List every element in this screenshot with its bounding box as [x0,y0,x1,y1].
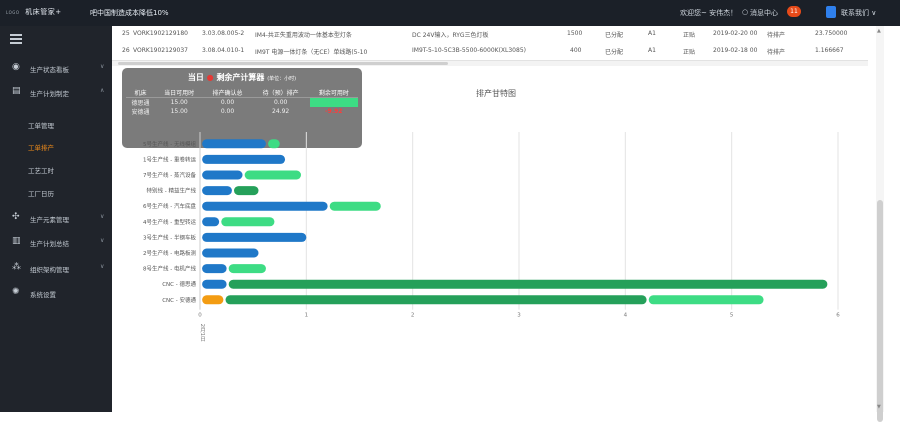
gantt-bar [202,186,232,196]
gantt-bar [202,264,227,274]
gantt-bar [202,295,224,305]
x-tick-label: 2 [411,313,415,319]
sidebar-item-summary[interactable]: ▥ 生产计划总结 ∨ [0,232,112,252]
sidebar-toggle-icon[interactable] [10,34,22,44]
gantt-row-label: 3号生产线 - 半钢车板 [143,233,196,241]
gantt-bar [228,264,266,274]
gantt-row-label: 7号生产线 - 蒸汽设备 [143,171,196,179]
sidebar-item-organization[interactable]: ⁂ 组织架构管理 ∨ [0,258,112,278]
scroll-up-icon[interactable]: ▲ [877,28,881,34]
table-row[interactable]: 26 VORK1902129037 3.08.04.010-1 IM9T 电源一… [112,44,868,56]
gantt-bar [202,170,243,180]
gantt-bar [234,186,259,196]
x-tick-label: 6 [836,313,840,319]
chevron-down-icon: ∨ [100,263,105,270]
gantt-row-label: 1号生产线 - 重卷转运 [143,155,196,163]
calculator-title: 当日 ● 剩余产计算器 (单位：小时) [187,73,297,82]
sidebar-item-status-board[interactable]: ◉ 生产状态看板 ∨ [0,58,112,78]
scroll-down-icon[interactable]: ▼ [877,404,881,410]
gantt-bar [202,217,220,227]
gantt-row-label: 6号生产线 - 汽车底盘 [143,202,196,210]
table-row[interactable]: 25 VORK1902129180 3.03.08.005-2 IM4-共正失重… [112,27,868,39]
gear-icon: ✣ [12,212,20,222]
announcement-text: 吧中国制造成本降低10% [90,9,169,17]
gantt-bar [648,295,764,305]
app-title: 机床管家+ [25,8,62,16]
alert-dot-icon: ● [206,73,214,82]
gantt-bar [221,217,275,227]
gantt-bar [202,139,266,149]
sidebar-item-plan[interactable]: ▤ 生产计划制定 ∧ [0,82,112,102]
gantt-row-label: 特别线 - 精益生产线 [147,187,197,195]
chart-icon: ▥ [12,236,21,246]
gantt-bar [202,248,259,258]
app-logo[interactable]: LOGO 机床管家+ [6,7,62,17]
chevron-down-icon: ∨ [100,237,105,244]
x-tick-label: 4 [624,313,628,319]
contact-dropdown[interactable]: 联系我们 ∨ [841,8,876,18]
chevron-up-icon: ∧ [100,87,105,94]
message-center-link[interactable]: 消息中心 [750,8,778,18]
gantt-bar [329,201,381,211]
gantt-bar [225,295,647,305]
horizontal-scrollbar[interactable] [112,60,868,66]
welcome-text: 欢迎您~ 安伟杰！ [680,9,738,17]
gantt-row-label: CNC - 德思通 [162,280,196,288]
settings-icon: ✺ [12,287,20,297]
x-tick-label: 0 [198,313,202,319]
gantt-bar [202,232,307,242]
scroll-thumb[interactable] [118,62,448,65]
scroll-thumb[interactable] [877,200,883,422]
x-tick-label: 3 [517,313,521,319]
gantt-bar [228,279,828,289]
eye-icon: ◉ [12,62,20,72]
gantt-title: 排产甘特图 [476,89,516,98]
chevron-down-icon: ∨ [100,213,105,220]
gantt-row-label: 2号生产线 - 电路板测 [143,249,196,257]
gantt-bar [202,154,286,164]
x-tick-label: 5 [730,313,734,319]
gantt-row-label: 8号生产线 - 电机产线 [143,265,196,273]
gantt-row-label: 5号生产线 - 无线模组 [143,140,196,148]
gantt-bar [244,170,302,180]
sidebar-item-elements[interactable]: ✣ 生产元素管理 ∨ [0,208,112,228]
vertical-scrollbar[interactable]: ▲ ▼ [876,26,884,422]
work-order-table: 25 VORK1902129180 3.03.08.005-2 IM4-共正失重… [112,26,868,66]
org-icon: ⁂ [12,262,21,272]
gantt-bar [202,279,227,289]
gantt-chart: 0 1 2 3 4 5 6 2月1日 5号生产线 - 无线模组 1号生产线 - 重卷转运 7号生产线… [143,132,840,343]
message-count-badge: 11 [787,6,801,17]
sidebar-subitem-factory-calendar[interactable]: 工厂日历 [28,188,54,198]
gantt-bar [268,139,280,149]
gantt-row-label: CNC - 安德通 [162,296,196,304]
gantt-row-label: 4号生产线 - 重型转运 [143,218,196,226]
bell-icon[interactable]: ○ [742,8,748,16]
gantt-bar [202,201,328,211]
sidebar-subitem-scheduling[interactable]: 工单排产 [28,142,54,152]
top-bar: LOGO 机床管家+ 吧中国制造成本降低10% 欢迎您~ 安伟杰！ ○ 消息中心… [0,0,900,26]
sidebar: ◉ 生产状态看板 ∨ ▤ 生产计划制定 ∧ 工单管理 工单排产 工艺工时 工厂日… [0,26,112,412]
sidebar-subitem-work-orders[interactable]: 工单管理 [28,120,54,130]
user-avatar-icon[interactable] [826,6,836,18]
x-tick-label: 1 [305,313,309,319]
sidebar-subitem-process-hours[interactable]: 工艺工时 [28,165,54,175]
x-date-label: 2月1日 [199,324,206,343]
clipboard-icon: ▤ [12,86,21,96]
sidebar-item-settings[interactable]: ✺ 系统设置 [0,283,112,303]
chevron-down-icon: ∨ [100,63,105,70]
